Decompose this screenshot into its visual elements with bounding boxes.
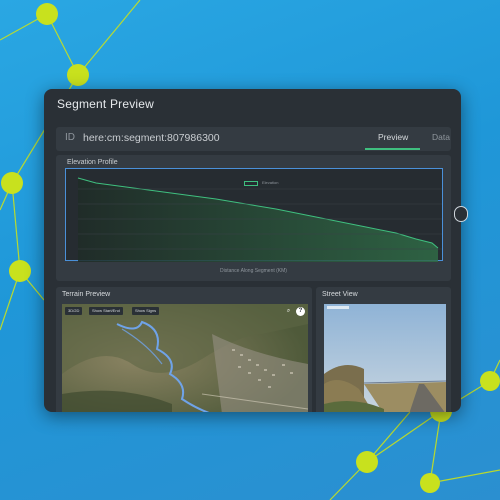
street-view-watermark: [327, 306, 349, 309]
show-signs-button[interactable]: Show Signs: [132, 307, 160, 315]
terrain-map-image: [62, 304, 308, 412]
tab-preview[interactable]: Preview: [378, 132, 408, 142]
street-view-card: Street View: [316, 287, 451, 412]
street-view-image[interactable]: [324, 304, 446, 412]
legend-label: Elevation: [262, 180, 279, 185]
terrain-preview-title: Terrain Preview: [62, 291, 111, 298]
search-icon[interactable]: ⌕: [284, 307, 293, 316]
show-start-end-button[interactable]: Show Start/End: [89, 307, 123, 315]
elevation-profile-title: Elevation Profile: [67, 159, 118, 166]
street-view-photo: [324, 304, 446, 412]
help-icon[interactable]: ?: [296, 307, 305, 316]
toggle-3d-2d-button[interactable]: 3D/2D: [65, 307, 83, 315]
side-panel-handle[interactable]: [454, 206, 468, 222]
panel-title: Segment Preview: [57, 97, 155, 111]
elevation-area: [78, 178, 438, 262]
elevation-profile-card: Elevation Profile Elevation Distance Alo…: [56, 155, 451, 281]
segment-id-label: ID: [65, 132, 75, 143]
elevation-chart[interactable]: Elevation: [65, 168, 443, 262]
tab-data[interactable]: Data: [432, 132, 450, 142]
active-tab-indicator: [365, 148, 420, 150]
terrain-preview-card: Terrain Preview 3D/2D Show Start/End Sho…: [56, 287, 312, 412]
legend-swatch: [244, 181, 258, 186]
segment-preview-panel: Segment Preview ID here:cm:segment:80798…: [44, 89, 461, 412]
terrain-map[interactable]: 3D/2D Show Start/End Show Signs ⌕ ?: [62, 304, 308, 412]
x-axis-label: Distance Along Segment (KM): [220, 268, 287, 274]
segment-id-value: here:cm:segment:807986300: [83, 132, 220, 144]
segment-id-bar: ID here:cm:segment:807986300 Preview Dat…: [56, 127, 451, 151]
street-view-title: Street View: [322, 291, 358, 298]
